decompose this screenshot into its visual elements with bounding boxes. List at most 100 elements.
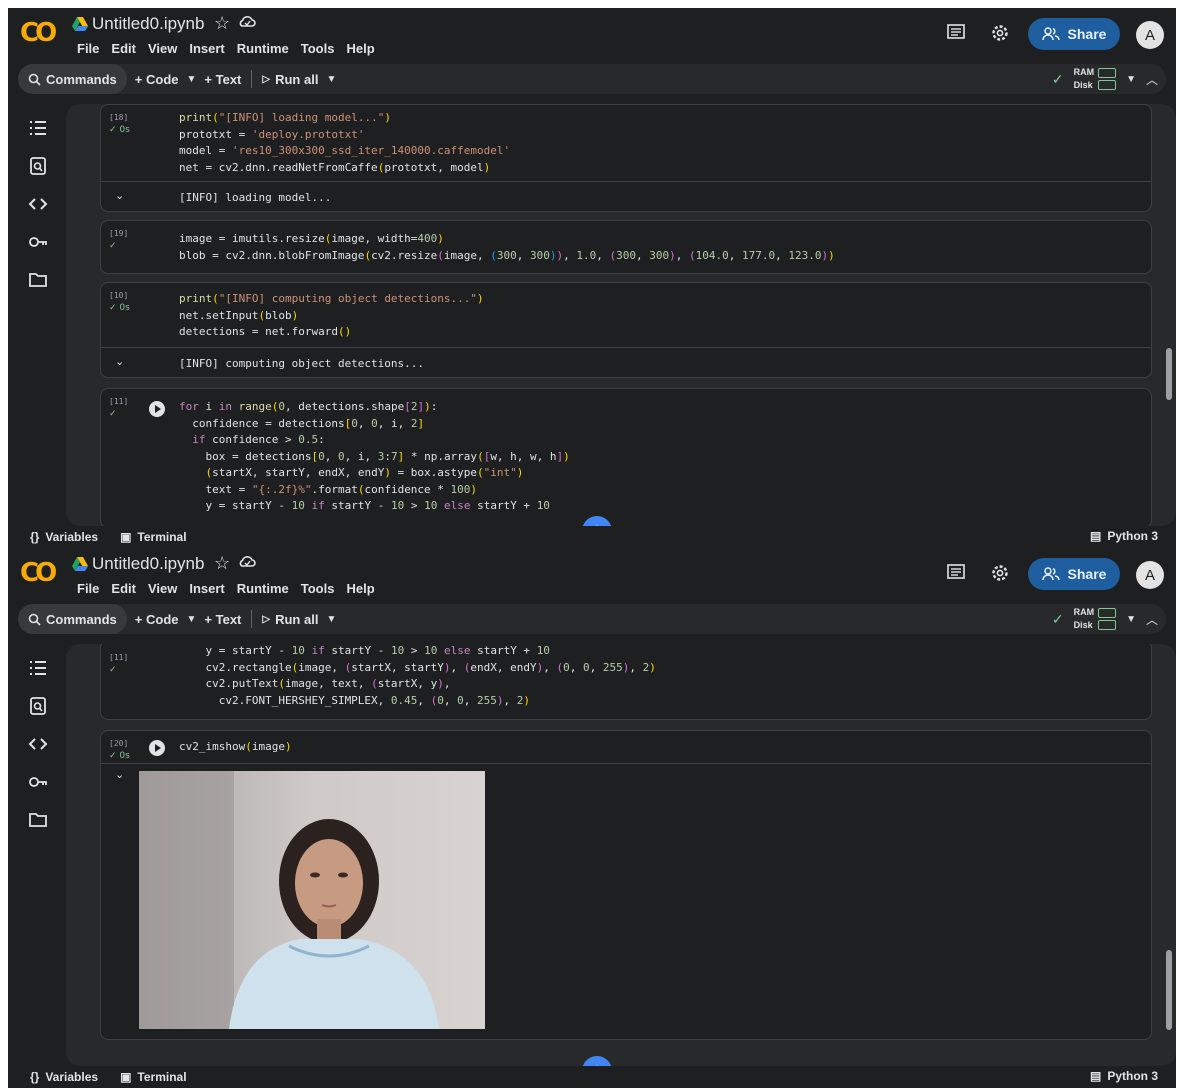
chevron-down-icon[interactable]: ▼	[187, 614, 197, 625]
code-snippets-icon[interactable]	[28, 194, 48, 214]
menu-tools[interactable]: Tools	[295, 41, 341, 56]
notebook-area: [11] ✓ y = startY - 10 if startY - 10 > …	[66, 644, 1176, 1066]
ram-disk-indicator[interactable]: RAM Disk	[1074, 606, 1095, 632]
variables-button[interactable]: {} Variables	[30, 1070, 98, 1084]
comment-icon[interactable]	[946, 24, 966, 42]
disk-label: Disk	[1073, 620, 1093, 630]
code-cell[interactable]: [18] ✓ 0s print("[INFO] loading model...…	[100, 104, 1152, 212]
menu-runtime[interactable]: Runtime	[231, 581, 295, 596]
variables-button[interactable]: {} Variables	[30, 530, 98, 544]
add-code-button[interactable]: + Code	[127, 604, 187, 634]
search-icon	[28, 73, 41, 86]
menu-view[interactable]: View	[142, 41, 183, 56]
menu-file[interactable]: File	[71, 41, 105, 56]
menu-view[interactable]: View	[142, 581, 183, 596]
run-cell-button[interactable]	[149, 740, 165, 756]
cell-output: ⌄ [INFO] computing object detections...	[101, 347, 1151, 377]
runtime-indicator[interactable]: ▤ Python 3	[1090, 1069, 1158, 1083]
chevron-down-icon[interactable]: ▼	[1126, 614, 1136, 625]
find-icon[interactable]	[28, 696, 48, 716]
commands-button[interactable]: Commands	[18, 604, 127, 634]
status-bar: {} Variables ▣ Terminal ▤ Python 3	[8, 526, 1176, 548]
avatar[interactable]: A	[1136, 21, 1164, 49]
menu-tools[interactable]: Tools	[295, 581, 341, 596]
chevron-up-icon[interactable]: ︿	[1146, 611, 1158, 628]
menu-file[interactable]: File	[71, 581, 105, 596]
add-code-button[interactable]: + Code	[127, 64, 187, 94]
share-button[interactable]: Share	[1028, 558, 1120, 590]
chevron-down-icon[interactable]: ▼	[326, 614, 336, 625]
find-icon[interactable]	[28, 156, 48, 176]
add-text-button[interactable]: + Text	[196, 604, 249, 634]
colab-logo[interactable]: CO	[20, 20, 57, 46]
notebook-title[interactable]: Untitled0.ipynb	[92, 14, 204, 34]
menu-help[interactable]: Help	[340, 41, 380, 56]
scrollbar[interactable]	[1166, 950, 1172, 1030]
chevron-up-icon[interactable]: ︿	[1146, 71, 1158, 88]
menu-bar: File Edit View Insert Runtime Tools Help	[71, 41, 381, 56]
run-all-button[interactable]: ▷ Run all	[254, 64, 326, 94]
connected-check-icon: ✓	[1051, 70, 1064, 87]
colab-window-bottom: CO Untitled0.ipynb ☆ File Edit View Inse…	[8, 548, 1176, 1088]
run-cell-button[interactable]	[149, 401, 165, 417]
ram-disk-indicator[interactable]: RAM Disk	[1074, 66, 1095, 92]
folder-icon[interactable]	[28, 810, 48, 830]
add-text-button[interactable]: + Text	[196, 64, 249, 94]
code-editor[interactable]: for i in range(0, detections.shape[2]): …	[179, 399, 570, 515]
colab-logo[interactable]: CO	[20, 560, 57, 586]
code-cell[interactable]: [11] ✓ y = startY - 10 if startY - 10 > …	[100, 644, 1152, 720]
chevron-down-icon[interactable]: ⌄	[115, 355, 124, 368]
code-cell[interactable]: [19] ✓ image = imutils.resize(image, wid…	[100, 220, 1152, 274]
chevron-down-icon[interactable]: ▼	[1126, 74, 1136, 85]
menu-runtime[interactable]: Runtime	[231, 41, 295, 56]
menu-help[interactable]: Help	[340, 581, 380, 596]
cloud-saved-icon[interactable]	[238, 14, 256, 30]
code-editor[interactable]: cv2_imshow(image)	[179, 739, 292, 756]
code-editor[interactable]: y = startY - 10 if startY - 10 > 10 else…	[179, 644, 655, 709]
star-icon[interactable]: ☆	[214, 13, 230, 34]
code-cell[interactable]: [20] ✓ 0s cv2_imshow(image) ⌄ ...	[100, 730, 1152, 1040]
scrollbar[interactable]	[1166, 348, 1172, 400]
chevron-down-icon[interactable]: ▼	[187, 74, 197, 85]
code-editor[interactable]: print("[INFO] loading model...") prototx…	[179, 110, 510, 176]
code-snippets-icon[interactable]	[28, 734, 48, 754]
menu-edit[interactable]: Edit	[105, 581, 142, 596]
variables-icon: {}	[30, 530, 40, 544]
code-cell[interactable]: [10] ✓ 0s print("[INFO] computing object…	[100, 282, 1152, 378]
folder-icon[interactable]	[28, 270, 48, 290]
run-status: ✓	[109, 409, 117, 419]
execution-count: [10]	[109, 291, 129, 300]
code-cell[interactable]: [11] ✓ for i in range(0, detections.shap…	[100, 388, 1152, 526]
toc-icon[interactable]	[28, 118, 48, 138]
terminal-button[interactable]: ▣ Terminal	[120, 530, 186, 544]
add-code-label: + Code	[134, 71, 179, 87]
code-editor[interactable]: print("[INFO] computing object detection…	[179, 291, 484, 341]
run-all-button[interactable]: ▷ Run all	[254, 604, 326, 634]
star-icon[interactable]: ☆	[214, 553, 230, 574]
avatar[interactable]: A	[1136, 561, 1164, 589]
cloud-saved-icon[interactable]	[238, 554, 256, 570]
notebook-toolbar: Commands + Code ▼ + Text ▷ Run all ▼ ✓ R…	[18, 604, 1166, 634]
chevron-down-icon[interactable]: ▼	[326, 74, 336, 85]
share-button[interactable]: Share	[1028, 18, 1120, 50]
chevron-down-icon[interactable]: ⌄	[115, 768, 124, 781]
chevron-down-icon[interactable]: ⌄	[115, 189, 124, 202]
comment-icon[interactable]	[946, 564, 966, 582]
menu-edit[interactable]: Edit	[105, 41, 142, 56]
menu-insert[interactable]: Insert	[183, 581, 230, 596]
menu-insert[interactable]: Insert	[183, 41, 230, 56]
terminal-button[interactable]: ▣ Terminal	[120, 1070, 186, 1084]
runtime-indicator[interactable]: ▤ Python 3	[1090, 529, 1158, 543]
gear-icon[interactable]	[989, 562, 1011, 584]
gear-icon[interactable]	[989, 22, 1011, 44]
code-editor[interactable]: image = imutils.resize(image, width=400)…	[179, 231, 835, 264]
key-icon[interactable]	[28, 232, 48, 252]
key-icon[interactable]	[28, 772, 48, 792]
toc-icon[interactable]	[28, 658, 48, 678]
divider	[251, 610, 253, 628]
commands-button[interactable]: Commands	[18, 64, 127, 94]
terminal-icon: ▣	[120, 1070, 132, 1084]
server-icon: ▤	[1089, 529, 1102, 543]
commands-label: Commands	[46, 611, 117, 627]
notebook-title[interactable]: Untitled0.ipynb	[92, 554, 204, 574]
